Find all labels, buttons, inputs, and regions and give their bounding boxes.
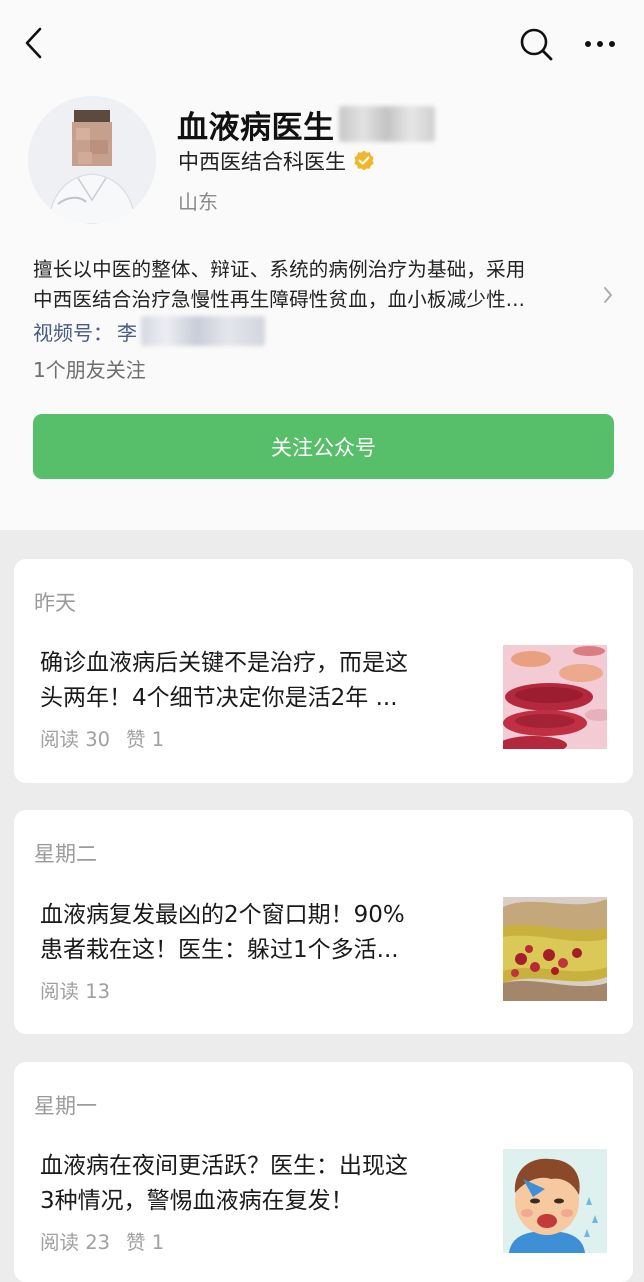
name-redaction-blur: [338, 106, 435, 142]
like-count: 赞 1: [126, 1231, 165, 1254]
like-count: 赞 1: [126, 728, 165, 751]
friends-following-count[interactable]: 1个朋友关注: [33, 354, 146, 383]
channel-redaction-blur: [141, 316, 265, 346]
chevron-right-icon[interactable]: [601, 285, 615, 305]
video-channel-link[interactable]: 视频号： 李: [33, 316, 265, 346]
read-count: 阅读 30: [40, 728, 111, 751]
search-icon: [520, 28, 553, 61]
article-card[interactable]: 星期一 血液病在夜间更活跃？医生：出现这 3种情况，警惕血液病在复发！ 阅读 2…: [14, 1062, 633, 1282]
account-name-row: 血液病医生: [177, 104, 435, 146]
article-stats: 阅读 13: [40, 975, 126, 1004]
back-button[interactable]: [18, 24, 52, 62]
account-description-line-2[interactable]: 中西医结合治疗急慢性再生障碍性贫血，血小板减少性...: [33, 283, 525, 312]
video-channel-label: 视频号：: [33, 320, 113, 345]
article-title[interactable]: 确诊血液病后关键不是治疗，而是这 头两年！4个细节决定你是活2年 ...: [40, 646, 490, 716]
video-channel-name: 李: [117, 320, 137, 345]
article-card[interactable]: 星期二 血液病复发最凶的2个窗口期！90% 患者栽在这！医生：躲过1个多活...…: [14, 810, 633, 1034]
red-blood-cells-image[interactable]: [503, 645, 607, 749]
article-stats: 阅读 23 赞 1: [40, 1226, 164, 1255]
account-avatar[interactable]: [28, 96, 156, 224]
account-name: 血液病医生: [177, 109, 335, 146]
article-date: 星期二: [34, 842, 97, 866]
follow-account-button[interactable]: 关注公众号: [33, 414, 614, 479]
chevron-left-icon: [25, 27, 42, 59]
article-title[interactable]: 血液病在夜间更活跃？医生：出现这 3种情况，警惕血液病在复发！: [40, 1149, 490, 1219]
article-title[interactable]: 血液病复发最凶的2个窗口期！90% 患者栽在这！医生：躲过1个多活...: [40, 898, 490, 968]
article-date: 昨天: [34, 591, 76, 615]
top-navigation-bar: [0, 0, 644, 88]
read-count: 阅读 13: [40, 980, 111, 1003]
verified-badge-icon: [354, 150, 374, 171]
sick-boy-cartoon-image[interactable]: [503, 1149, 607, 1253]
account-description-line-1: 擅长以中医的整体、辩证、系统的病例治疗为基础，采用: [33, 258, 526, 281]
account-profile-header: 血液病医生 中西医结合科医生 山东 擅长以中医的整体、辩证、系统的病例治疗为基础…: [0, 0, 644, 530]
more-options-button[interactable]: [580, 24, 620, 64]
blood-vessel-plaque-image[interactable]: [503, 897, 607, 1001]
more-dots-icon: [585, 41, 615, 47]
search-button[interactable]: [516, 24, 556, 64]
article-card[interactable]: 昨天 确诊血液病后关键不是治疗，而是这 头两年！4个细节决定你是活2年 ... …: [14, 559, 633, 783]
verification-row[interactable]: 中西医结合科医生: [178, 146, 376, 176]
verification-label: 中西医结合科医生: [178, 150, 346, 174]
account-location: 山东: [178, 190, 218, 214]
article-stats: 阅读 30 赞 1: [40, 723, 164, 752]
read-count: 阅读 23: [40, 1231, 111, 1254]
article-date: 星期一: [34, 1094, 97, 1118]
